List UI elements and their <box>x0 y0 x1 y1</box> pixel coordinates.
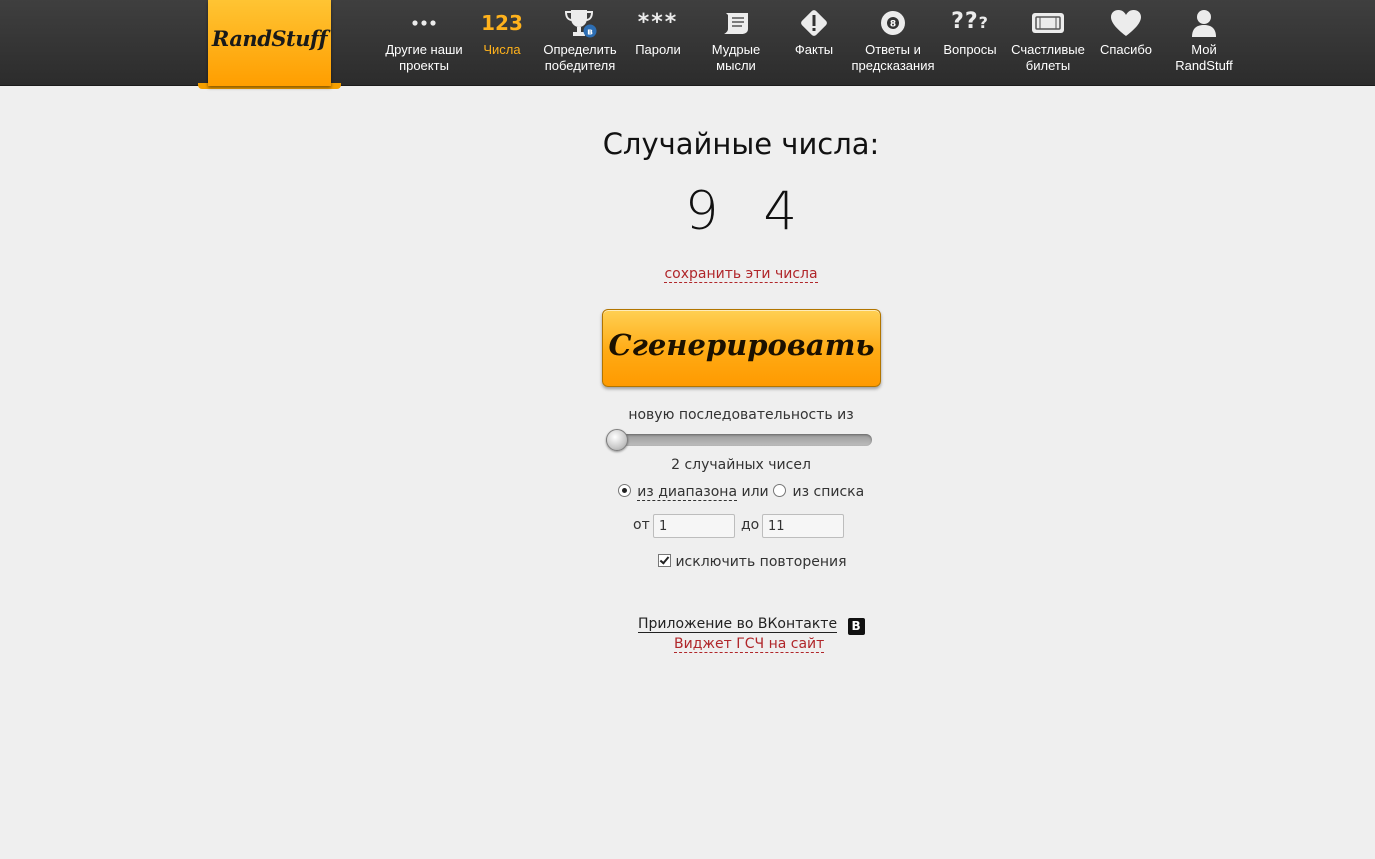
warning-icon <box>786 6 842 39</box>
to-input[interactable] <box>762 514 844 538</box>
generated-numbers: 9 4 <box>684 181 798 242</box>
nav-label: Спасибо <box>1099 42 1153 57</box>
nav-item-winner[interactable]: в Определить победителя <box>540 6 620 74</box>
top-navigation-bar: RandStuff Другие наши проекты 123 Числа … <box>0 0 1375 89</box>
sequence-label: новую последовательность из <box>628 407 854 423</box>
save-numbers-link[interactable]: сохранить эти числа <box>664 266 818 283</box>
dots-icon <box>384 6 464 39</box>
nav-label: Мудрые <box>711 42 761 57</box>
svg-text:в: в <box>587 27 593 37</box>
exclude-repeats-checkbox[interactable] <box>658 554 671 567</box>
list-mode-radio[interactable] <box>773 484 787 497</box>
logo-text: RandStuff <box>211 26 328 51</box>
asterisks-icon: *** <box>637 9 679 35</box>
logo[interactable]: RandStuff <box>208 0 331 86</box>
vk-app-row: Приложение во ВКонтакте В <box>638 616 865 635</box>
mode-or-text: или <box>741 484 769 500</box>
nav-label: победителя <box>544 58 616 73</box>
widget-link-wrapper: Виджет ГСЧ на сайт <box>674 636 825 653</box>
range-mode-radio[interactable] <box>617 484 631 497</box>
scroll-icon <box>706 6 766 39</box>
save-numbers-link-wrapper: сохранить эти числа <box>0 266 1375 283</box>
range-mode-label[interactable]: из диапазона <box>637 484 738 501</box>
question-icon: ??? <box>951 9 989 34</box>
generate-button[interactable]: Сгенерировать <box>602 309 881 387</box>
nav-item-thanks[interactable]: Спасибо <box>1098 6 1154 58</box>
nav-label: Числа <box>483 42 521 57</box>
nav-label: проекты <box>399 58 449 73</box>
exclude-repeats-label[interactable]: исключить повторения <box>675 554 846 570</box>
nav-item-lucky-tickets[interactable]: Счастливые билеты <box>1008 6 1088 74</box>
nav-item-questions[interactable]: ??? Вопросы <box>940 6 1000 58</box>
nav-label: Другие наши <box>385 42 463 57</box>
vk-icon: В <box>847 618 865 635</box>
widget-link[interactable]: Виджет ГСЧ на сайт <box>674 636 825 653</box>
count-slider[interactable] <box>606 429 872 451</box>
ticket-icon <box>1008 6 1088 39</box>
page-title: Случайные числа: <box>602 127 880 161</box>
nav-label: предсказания <box>851 58 935 73</box>
nav-label: Счастливые <box>1011 42 1085 57</box>
user-icon <box>1170 6 1238 39</box>
list-mode-label[interactable]: из списка <box>793 484 865 500</box>
nav-label: мысли <box>716 58 756 73</box>
slider-handle[interactable] <box>606 429 628 451</box>
nav-item-passwords[interactable]: *** Пароли <box>628 6 688 58</box>
nav-label: Определить <box>543 42 617 57</box>
nav-label: Мой <box>1191 42 1217 57</box>
nav-item-numbers[interactable]: 123 Числа <box>474 6 530 58</box>
nav-item-other-projects[interactable]: Другие наши проекты <box>384 6 464 74</box>
exclude-repeats-row: исключить повторения <box>658 554 847 570</box>
nav-label: Ответы и <box>865 42 921 57</box>
trophy-icon: в <box>540 6 620 39</box>
nav-label: RandStuff <box>1175 58 1233 73</box>
from-input[interactable] <box>653 514 735 538</box>
nav-label: билеты <box>1025 58 1071 73</box>
vk-app-link[interactable]: Приложение во ВКонтакте <box>638 616 838 633</box>
from-label: от <box>633 517 650 533</box>
nav-label: Факты <box>794 42 834 57</box>
eight-ball-icon: 8 <box>850 6 936 39</box>
nav-item-my-randstuff[interactable]: Мой RandStuff <box>1170 6 1238 74</box>
to-label: до <box>741 517 760 533</box>
count-label: 2 случайных чисел <box>671 457 811 473</box>
nav-label: Пароли <box>635 42 681 57</box>
numbers-icon: 123 <box>481 10 523 35</box>
svg-text:8: 8 <box>890 19 896 29</box>
heart-icon <box>1098 6 1154 39</box>
mode-selector: из диапазона или из списка <box>0 484 1375 501</box>
nav-item-predictions[interactable]: 8 Ответы и предсказания <box>850 6 936 74</box>
nav-item-facts[interactable]: Факты <box>786 6 842 58</box>
nav-label: Вопросы <box>943 42 997 57</box>
nav-item-wise-thoughts[interactable]: Мудрые мысли <box>706 6 766 74</box>
